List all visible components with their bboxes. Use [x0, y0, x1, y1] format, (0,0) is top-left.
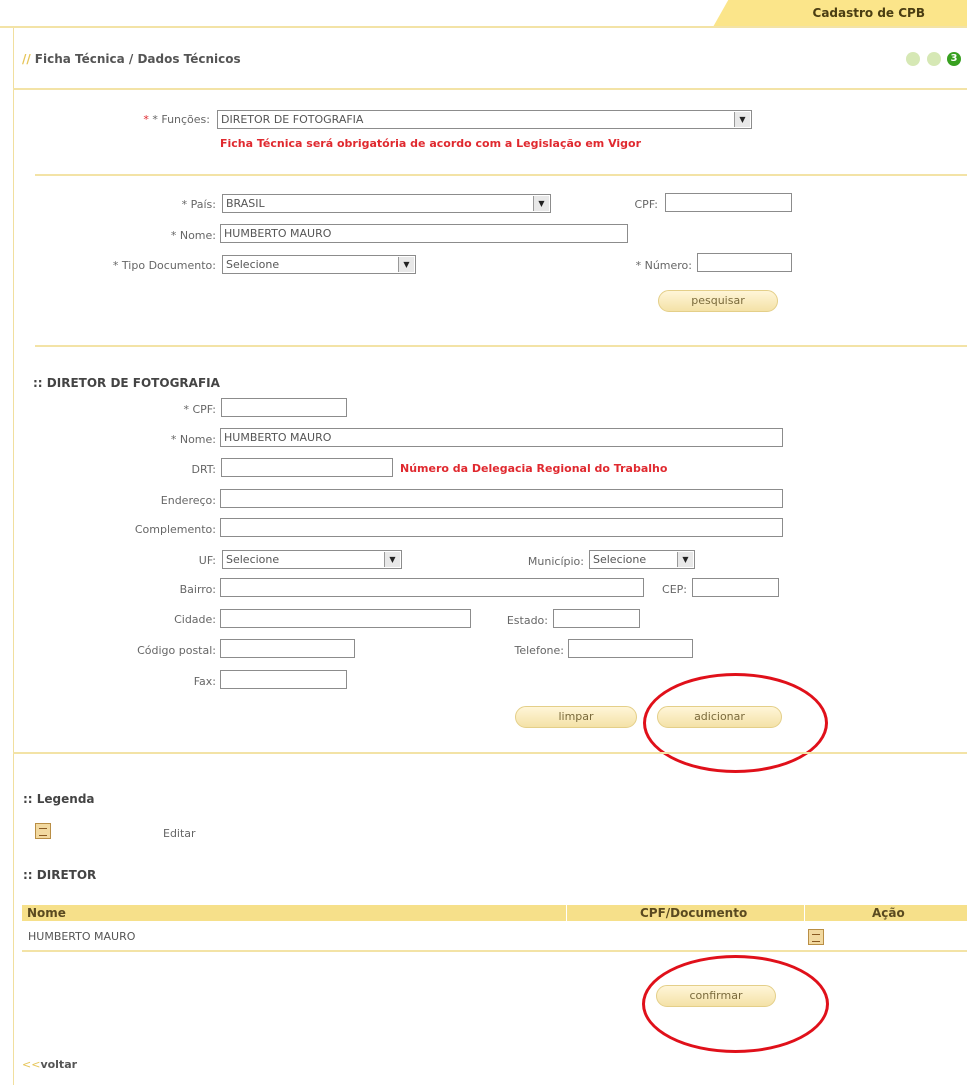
drt-hint: Número da Delegacia Regional do Trabalho [400, 462, 668, 475]
drt-label: DRT: [191, 463, 216, 476]
page-title: //Ficha Técnica / Dados Técnicos [22, 52, 241, 66]
pais-select[interactable]: BRASIL ▼ [222, 194, 551, 213]
step-3-icon: 3 [947, 52, 961, 66]
pesquisar-button[interactable]: pesquisar [658, 290, 778, 312]
table-row: HUMBERTO MAURO [22, 921, 967, 949]
limpar-button[interactable]: limpar [515, 706, 637, 728]
estado-input[interactable] [553, 609, 640, 628]
step-2-icon [927, 52, 941, 66]
telefone-label: Telefone: [514, 644, 565, 657]
telefone-input[interactable] [568, 639, 693, 658]
cep-input[interactable] [692, 578, 779, 597]
codigo-postal-input[interactable] [220, 639, 355, 658]
step-1-icon [906, 52, 920, 66]
column-header-nome: Nome [27, 906, 66, 920]
endereco-label: Endereço: [160, 494, 216, 507]
tipo-documento-value: Selecione [226, 258, 280, 271]
municipio-select[interactable]: Selecione ▼ [589, 550, 695, 569]
confirmar-highlight-circle [642, 955, 829, 1053]
uf-label: UF: [198, 554, 216, 567]
municipio-select-value: Selecione [593, 553, 647, 566]
cep-label: CEP: [662, 583, 687, 596]
complemento-input[interactable] [220, 518, 783, 537]
tab-cadastro-cpb[interactable]: Cadastro de CPB [713, 0, 967, 27]
tab-underline [0, 26, 967, 28]
fax-input[interactable] [220, 670, 347, 689]
pais-label: * País: [181, 198, 216, 211]
edit-icon [35, 823, 51, 839]
cidade-label: Cidade: [174, 613, 216, 626]
funcoes-select[interactable]: DIRETOR DE FOTOGRAFIA ▼ [217, 110, 752, 129]
numero-label: * Número: [635, 259, 692, 272]
cpf-input[interactable] [221, 398, 347, 417]
divider [13, 752, 967, 754]
back-arrow-icon: << [22, 1058, 41, 1071]
nome-search-input[interactable]: HUMBERTO MAURO [220, 224, 628, 243]
adicionar-highlight-circle [643, 673, 828, 773]
diretor-table-title: :: DIRETOR [23, 868, 97, 882]
title-slash-icon: // [22, 52, 31, 66]
bairro-input[interactable] [220, 578, 644, 597]
row-edit-icon[interactable] [808, 929, 824, 945]
nome-input[interactable]: HUMBERTO MAURO [220, 428, 783, 447]
dropdown-arrow-icon: ▼ [384, 552, 400, 567]
header-separator [804, 905, 805, 921]
frame-left-border [13, 28, 14, 1085]
dropdown-arrow-icon: ▼ [533, 196, 549, 211]
nome-label: * Nome: [170, 433, 216, 446]
dropdown-arrow-icon: ▼ [734, 112, 750, 127]
endereco-input[interactable] [220, 489, 783, 508]
cpf-search-input[interactable] [665, 193, 792, 212]
divider [35, 174, 967, 176]
legend-editar-label: Editar [163, 827, 196, 840]
uf-select-value: Selecione [226, 553, 280, 566]
funcoes-notice: Ficha Técnica será obrigatória de acordo… [220, 137, 642, 150]
cpf-label: * CPF: [183, 403, 217, 416]
cidade-input[interactable] [220, 609, 471, 628]
uf-select[interactable]: Selecione ▼ [222, 550, 402, 569]
tipo-documento-select[interactable]: Selecione ▼ [222, 255, 416, 274]
divider [35, 345, 967, 347]
voltar-link[interactable]: <<voltar [22, 1058, 77, 1071]
cpf-label: CPF: [634, 198, 659, 211]
column-header-cpf-documento: CPF/Documento [640, 906, 748, 920]
pais-select-value: BRASIL [226, 197, 265, 210]
table-header [22, 905, 967, 921]
voltar-label: voltar [40, 1058, 78, 1071]
drt-input[interactable] [221, 458, 393, 477]
numero-input[interactable] [697, 253, 792, 272]
dropdown-arrow-icon: ▼ [398, 257, 414, 272]
row-nome: HUMBERTO MAURO [28, 930, 136, 943]
bairro-label: Bairro: [179, 583, 216, 596]
municipio-label: Município: [527, 555, 584, 568]
table-bottom-border [22, 950, 967, 952]
codigo-postal-label: Código postal: [137, 644, 216, 657]
legenda-title: :: Legenda [23, 792, 95, 806]
dropdown-arrow-icon: ▼ [677, 552, 693, 567]
column-header-acao: Ação [872, 906, 905, 920]
tab-label: Cadastro de CPB [812, 6, 925, 20]
diretor-fotografia-section-title: :: DIRETOR DE FOTOGRAFIA [33, 376, 220, 390]
funcoes-label: * * Funções: [143, 113, 210, 126]
estado-label: Estado: [506, 614, 548, 627]
fax-label: Fax: [193, 675, 216, 688]
funcoes-label-text: * Funções: [152, 113, 210, 126]
complemento-label: Complemento: [134, 523, 216, 536]
divider [13, 88, 967, 90]
funcoes-select-value: DIRETOR DE FOTOGRAFIA [221, 113, 364, 126]
nome-label: * Nome: [170, 229, 216, 242]
tipo-documento-label: * Tipo Documento: [112, 259, 216, 272]
header-separator [566, 905, 567, 921]
